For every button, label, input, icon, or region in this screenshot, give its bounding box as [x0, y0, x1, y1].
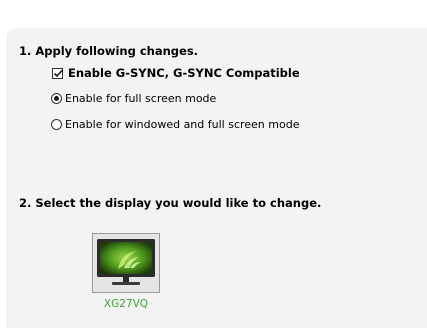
step-1-heading: 1. Apply following changes. [19, 44, 199, 58]
radio-selected-dot [54, 96, 59, 101]
radio-windowed-label: Enable for windowed and full screen mode [65, 118, 300, 131]
checkmark-icon [53, 68, 64, 77]
step-2-heading: 2. Select the display you would like to … [19, 196, 322, 210]
radio-fullscreen[interactable] [51, 93, 62, 104]
radio-fullscreen-label: Enable for full screen mode [65, 92, 217, 105]
display-tile-xg27vq[interactable] [92, 233, 160, 293]
monitor-icon [97, 239, 155, 285]
gsync-enable-checkbox-row[interactable]: Enable G-SYNC, G-SYNC Compatible [52, 66, 300, 80]
radio-windowed-row[interactable]: Enable for windowed and full screen mode [51, 118, 299, 131]
radio-fullscreen-row[interactable]: Enable for full screen mode [51, 92, 216, 105]
gsync-enable-checkbox[interactable] [52, 67, 64, 79]
gsync-enable-label: Enable G-SYNC, G-SYNC Compatible [68, 66, 300, 80]
display-name-label: XG27VQ [103, 298, 149, 310]
radio-windowed[interactable] [51, 119, 62, 130]
